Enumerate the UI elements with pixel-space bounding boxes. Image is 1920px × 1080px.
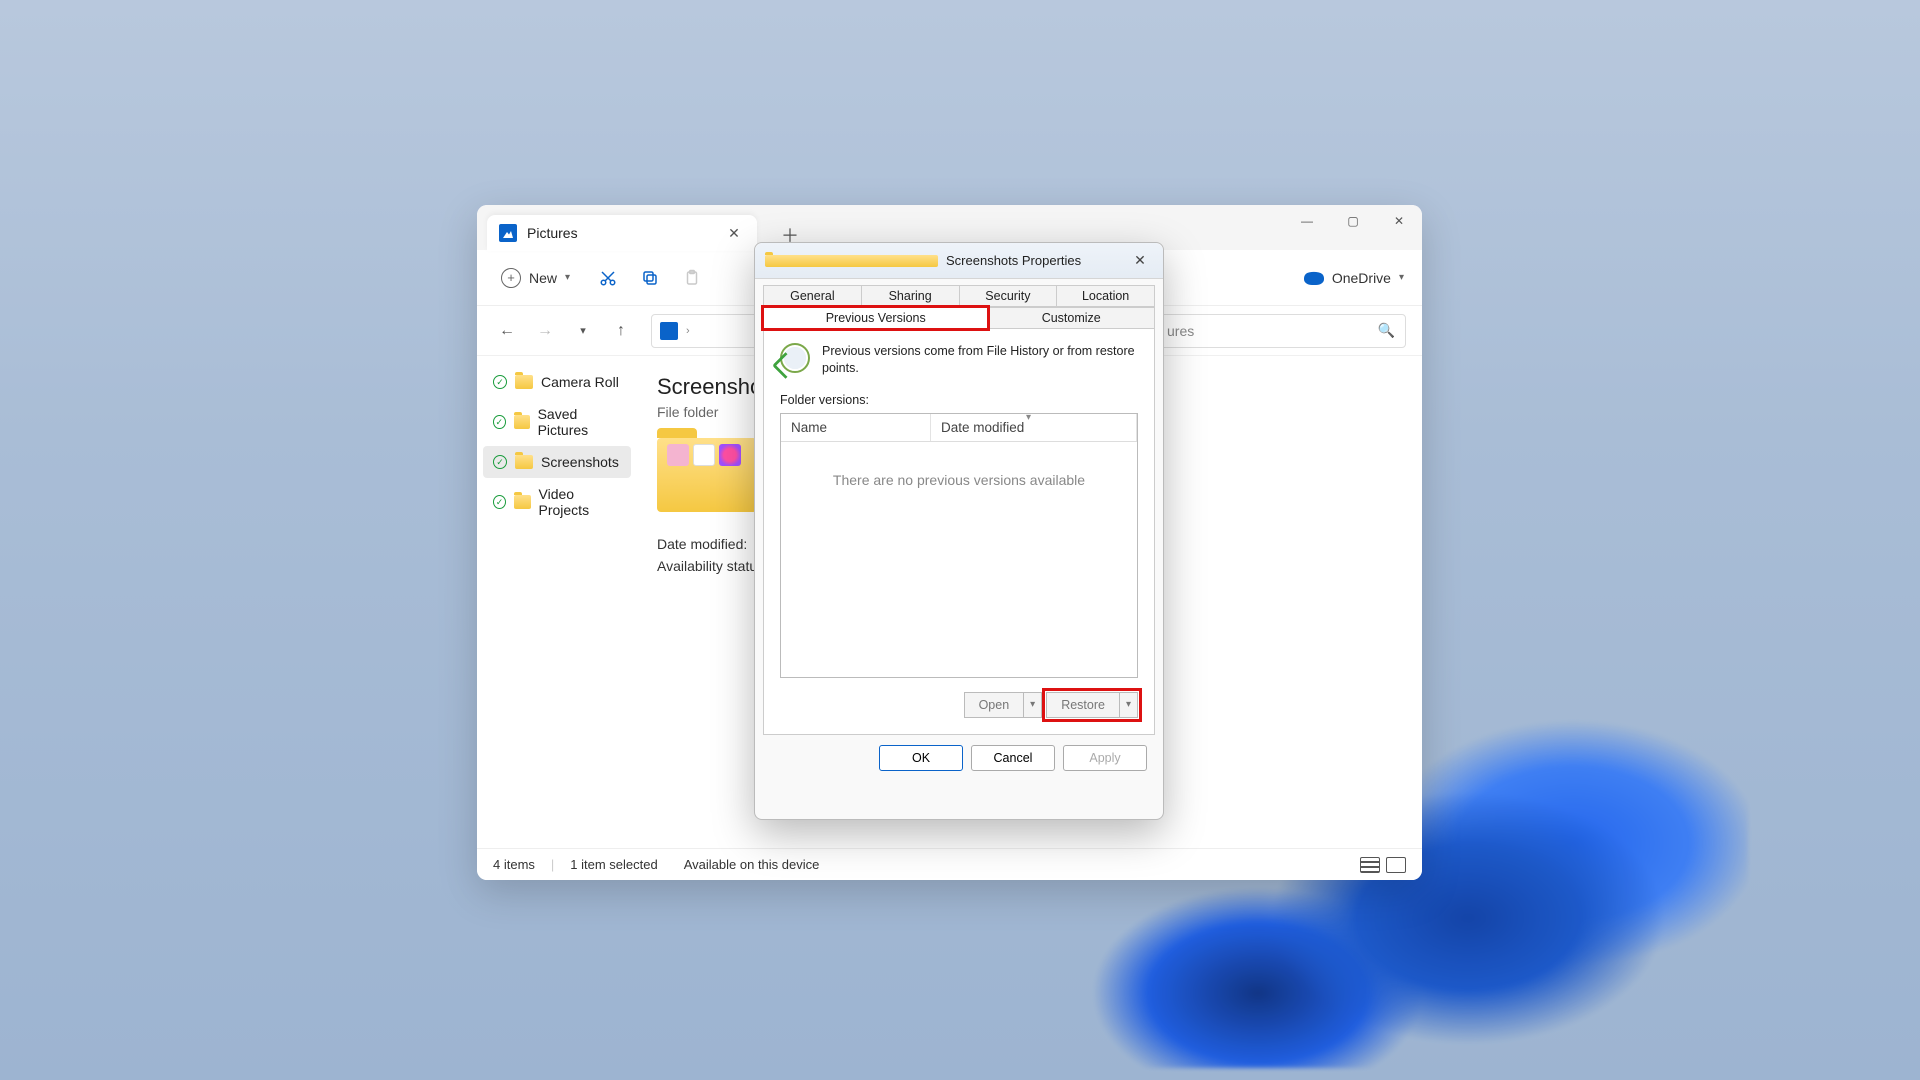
folder-icon xyxy=(514,495,531,509)
forward-button[interactable]: → xyxy=(531,317,559,345)
tab-location[interactable]: Location xyxy=(1056,285,1155,307)
folder-thumbnail xyxy=(657,438,757,512)
search-placeholder: ures xyxy=(1167,323,1378,339)
window-tab-pictures[interactable]: Pictures ✕ xyxy=(487,215,757,251)
tab-customize[interactable]: Customize xyxy=(987,307,1155,329)
paste-icon[interactable] xyxy=(682,268,702,288)
onedrive-button[interactable]: OneDrive ▾ xyxy=(1304,270,1404,286)
ok-button[interactable]: OK xyxy=(879,745,963,771)
sort-indicator-icon: ▾ xyxy=(1026,412,1031,423)
sidebar-item-screenshots[interactable]: ✓ Screenshots xyxy=(483,446,631,478)
column-name[interactable]: Name xyxy=(781,414,931,441)
apply-button[interactable]: Apply xyxy=(1063,745,1147,771)
dialog-titlebar[interactable]: Screenshots Properties ✕ xyxy=(755,243,1163,279)
cancel-button[interactable]: Cancel xyxy=(971,745,1055,771)
tab-panel-previous-versions: Previous versions come from File History… xyxy=(763,329,1155,735)
pictures-icon xyxy=(499,224,517,242)
restore-split-button[interactable]: Restore xyxy=(1046,692,1138,718)
folder-icon xyxy=(515,375,533,389)
status-items: 4 items xyxy=(493,857,535,872)
onedrive-label: OneDrive xyxy=(1332,270,1391,286)
sidebar-item-video-projects[interactable]: ✓ Video Projects xyxy=(477,478,637,526)
previous-versions-description: Previous versions come from File History… xyxy=(822,343,1138,377)
view-list-button[interactable] xyxy=(1360,857,1380,873)
status-selected: 1 item selected xyxy=(570,857,657,872)
versions-listbox[interactable]: ▾ Name Date modified There are no previo… xyxy=(780,413,1138,678)
folder-icon xyxy=(515,455,533,469)
sidebar: ✓ Camera Roll ✓ Saved Pictures ✓ Screens… xyxy=(477,356,637,848)
new-label: New xyxy=(529,270,557,286)
folder-icon xyxy=(514,415,530,429)
new-button[interactable]: + New ▾ xyxy=(495,264,576,292)
thumb xyxy=(693,444,715,466)
maximize-button[interactable]: ▢ xyxy=(1330,205,1376,237)
dialog-title: Screenshots Properties xyxy=(946,253,1119,268)
statusbar: 4 items | 1 item selected Available on t… xyxy=(477,848,1422,880)
restore-button[interactable]: Restore xyxy=(1046,692,1120,718)
sidebar-item-label: Screenshots xyxy=(541,454,619,470)
properties-dialog: Screenshots Properties ✕ General Sharing… xyxy=(754,242,1164,820)
tab-general[interactable]: General xyxy=(763,285,862,307)
tab-close-button[interactable]: ✕ xyxy=(723,222,745,244)
open-button[interactable]: Open xyxy=(964,692,1025,718)
folder-icon xyxy=(765,255,938,267)
empty-message: There are no previous versions available xyxy=(781,442,1137,677)
chevron-down-icon: ▾ xyxy=(1399,272,1404,283)
tab-title: Pictures xyxy=(527,225,713,241)
up-button[interactable]: ↑ xyxy=(607,317,635,345)
sync-check-icon: ✓ xyxy=(493,495,506,509)
tab-security[interactable]: Security xyxy=(959,285,1058,307)
recent-dropdown[interactable]: ▾ xyxy=(569,317,597,345)
folder-versions-label: Folder versions: xyxy=(780,393,1138,407)
column-date[interactable]: Date modified xyxy=(931,414,1137,441)
thumb xyxy=(719,444,741,466)
window-close-button[interactable]: ✕ xyxy=(1376,205,1422,237)
pictures-icon xyxy=(660,322,678,340)
tab-sharing[interactable]: Sharing xyxy=(861,285,960,307)
sidebar-item-saved-pictures[interactable]: ✓ Saved Pictures xyxy=(477,398,637,446)
tab-previous-versions[interactable]: Previous Versions xyxy=(763,307,988,329)
chevron-down-icon: ▾ xyxy=(565,272,570,283)
cloud-icon xyxy=(1304,271,1324,285)
plus-icon: + xyxy=(501,268,521,288)
back-button[interactable]: ← xyxy=(493,317,521,345)
sync-check-icon: ✓ xyxy=(493,375,507,389)
copy-icon[interactable] xyxy=(640,268,660,288)
sidebar-item-label: Video Projects xyxy=(539,486,622,518)
search-icon: 🔍 xyxy=(1378,322,1395,339)
thumb xyxy=(667,444,689,466)
open-split-button[interactable]: Open xyxy=(964,692,1043,718)
breadcrumb-separator: › xyxy=(686,325,690,337)
sidebar-item-camera-roll[interactable]: ✓ Camera Roll xyxy=(477,366,637,398)
sync-check-icon: ✓ xyxy=(493,455,507,469)
minimize-button[interactable]: — xyxy=(1284,205,1330,237)
status-availability: Available on this device xyxy=(684,857,820,872)
sidebar-item-label: Saved Pictures xyxy=(538,406,621,438)
restore-dropdown-arrow[interactable] xyxy=(1120,692,1138,718)
cut-icon[interactable] xyxy=(598,268,618,288)
sync-check-icon: ✓ xyxy=(493,415,506,429)
list-header: Name Date modified xyxy=(781,414,1137,442)
history-clock-icon xyxy=(780,343,810,373)
view-grid-button[interactable] xyxy=(1386,857,1406,873)
dialog-close-button[interactable]: ✕ xyxy=(1127,250,1153,272)
search-input[interactable]: ures 🔍 xyxy=(1156,314,1406,348)
sidebar-item-label: Camera Roll xyxy=(541,374,619,390)
open-dropdown-arrow[interactable] xyxy=(1024,692,1042,718)
